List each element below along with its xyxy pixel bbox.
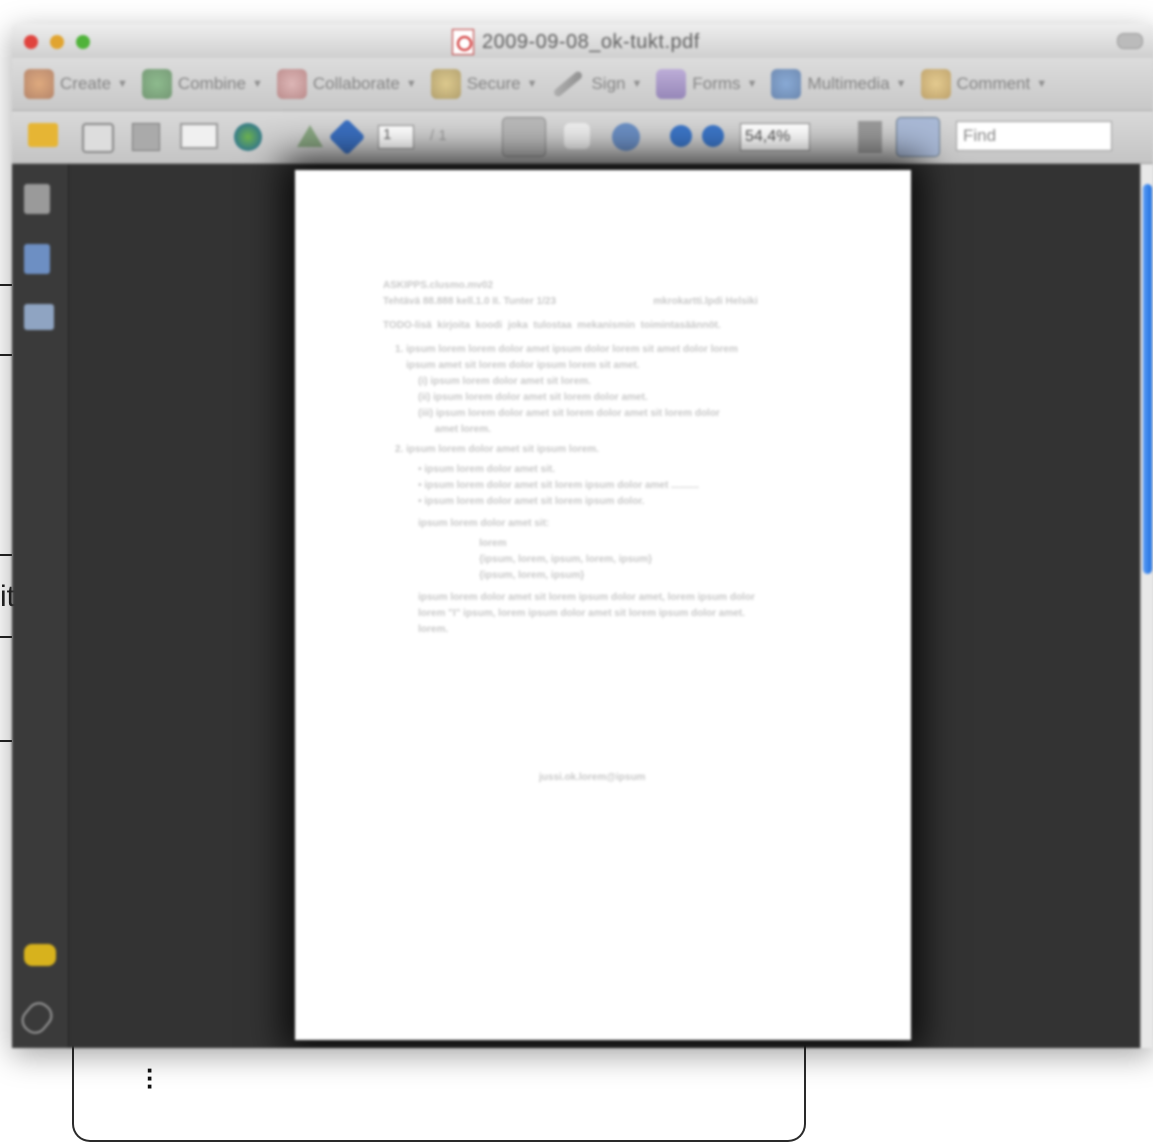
comment-label: Comment (956, 74, 1031, 93)
bookmarks-panel-icon[interactable] (24, 244, 50, 274)
combine-label: Combine (177, 74, 246, 93)
background-line (0, 554, 12, 556)
chevron-down-icon: ▼ (1036, 78, 1048, 90)
fit-page-button[interactable] (896, 117, 940, 157)
navigation-sidebar (12, 164, 69, 1048)
navigation-toolbar: 1 / 1 54,4% Find (12, 111, 1153, 164)
select-tool-button[interactable] (502, 117, 546, 157)
previous-page-icon[interactable] (297, 125, 323, 147)
chevron-down-icon: ▼ (526, 78, 538, 90)
print-icon[interactable] (82, 123, 114, 153)
pdf-document-icon (452, 29, 474, 55)
pdf-page: ASKIPPS.clusmo.mv02 Tehtävä 88.888 kell.… (295, 170, 911, 1040)
toolbar-toggle-button[interactable] (1117, 33, 1143, 49)
create-button[interactable]: Create ▼ (24, 69, 128, 99)
document-view[interactable]: ASKIPPS.clusmo.mv02 Tehtävä 88.888 kell.… (69, 164, 1141, 1048)
find-input[interactable]: Find (956, 121, 1112, 151)
create-label: Create (60, 74, 112, 93)
pages-panel-icon[interactable] (24, 184, 50, 214)
pen-icon (552, 70, 585, 98)
attachments-panel-icon[interactable] (16, 997, 58, 1039)
chevron-down-icon: ▼ (895, 78, 907, 90)
background-line (0, 284, 12, 286)
comment-button[interactable]: Comment ▼ (920, 69, 1048, 99)
chevron-down-icon: ▼ (746, 78, 758, 90)
vertical-scrollbar[interactable] (1140, 164, 1153, 1048)
document-paragraph: ipsum lorem dolor amet sit: (407, 518, 550, 529)
combine-icon (141, 69, 172, 99)
multimedia-icon (771, 69, 802, 99)
minimize-window-button[interactable] (50, 35, 64, 49)
open-folder-icon[interactable] (28, 123, 58, 147)
multimedia-label: Multimedia (807, 74, 890, 93)
zoom-out-icon[interactable] (670, 125, 692, 147)
pdf-viewer-window: 2009-09-08_ok-tukt.pdf Create ▼ Combine … (12, 24, 1153, 1048)
chevron-down-icon: ▼ (631, 78, 643, 90)
zoom-level-input[interactable]: 54,4% (740, 123, 810, 151)
zoom-window-button[interactable] (76, 35, 90, 49)
chevron-down-icon: ▼ (117, 78, 128, 90)
forms-label: Forms (692, 74, 741, 93)
collaborate-button[interactable]: Collaborate ▼ (276, 69, 417, 99)
document-formula: lorem {ipsum, lorem, ipsum, lorem, ipsum… (479, 538, 653, 581)
comment-icon (920, 69, 951, 99)
scroll-mode-icon[interactable] (858, 121, 882, 153)
document-paragraph: 1. ipsum lorem lorem dolor amet ipsum do… (395, 344, 738, 371)
scrollbar-thumb[interactable] (1143, 184, 1152, 574)
next-page-icon[interactable] (328, 118, 366, 156)
save-icon[interactable] (132, 123, 160, 151)
document-paragraph: 2. ipsum lorem dolor amet sit ipsum lore… (395, 444, 599, 455)
sign-button[interactable]: Sign ▼ (551, 70, 643, 98)
multimedia-button[interactable]: Multimedia ▼ (771, 69, 907, 99)
sign-label: Sign (591, 74, 626, 93)
collaborate-label: Collaborate (312, 74, 400, 93)
document-paragraph: ipsum lorem dolor amet sit lorem ipsum d… (418, 592, 755, 635)
lock-icon (430, 69, 461, 99)
close-window-button[interactable] (24, 35, 38, 49)
web-icon[interactable] (234, 123, 262, 151)
forms-button[interactable]: Forms ▼ (656, 69, 757, 99)
chevron-down-icon: ▼ (251, 78, 263, 90)
background-line (0, 740, 12, 742)
background-line (0, 354, 12, 356)
forms-icon (656, 69, 687, 99)
secure-button[interactable]: Secure ▼ (430, 69, 538, 99)
window-title: 2009-09-08_ok-tukt.pdf (482, 30, 700, 53)
document-paragraph: • ipsum lorem dolor amet sit. • ipsum lo… (418, 464, 699, 507)
title-group: 2009-09-08_ok-tukt.pdf (452, 29, 700, 55)
signatures-panel-icon[interactable] (24, 304, 54, 330)
hand-tool-icon[interactable] (564, 123, 590, 149)
background-line (0, 636, 12, 638)
secure-label: Secure (466, 74, 521, 93)
document-paragraph: (i) ipsum lorem dolor amet sit lorem. (i… (418, 376, 720, 435)
page-total: / 1 (430, 127, 447, 144)
document-header: ASKIPPS.clusmo.mv02 Tehtävä 88.888 kell.… (383, 280, 758, 307)
email-icon[interactable] (180, 123, 218, 149)
collaborate-icon (276, 69, 307, 99)
comments-panel-icon[interactable] (24, 944, 56, 966)
create-icon (24, 69, 54, 99)
document-heading: TODO-lisä kirjoita koodi joka tulostaa m… (383, 320, 721, 331)
marquee-zoom-icon[interactable] (612, 123, 640, 151)
zoom-in-icon[interactable] (702, 125, 724, 147)
more-options-icon[interactable]: · · · (146, 1057, 155, 1099)
main-toolbar: Create ▼ Combine ▼ Collaborate ▼ Secure … (12, 58, 1153, 111)
combine-button[interactable]: Combine ▼ (141, 69, 263, 99)
title-bar[interactable]: 2009-09-08_ok-tukt.pdf (12, 24, 1153, 58)
chevron-down-icon: ▼ (405, 78, 417, 90)
page-number-input[interactable]: 1 (378, 125, 414, 149)
document-footer: jussi.ok.lorem@ipsum (539, 772, 646, 783)
